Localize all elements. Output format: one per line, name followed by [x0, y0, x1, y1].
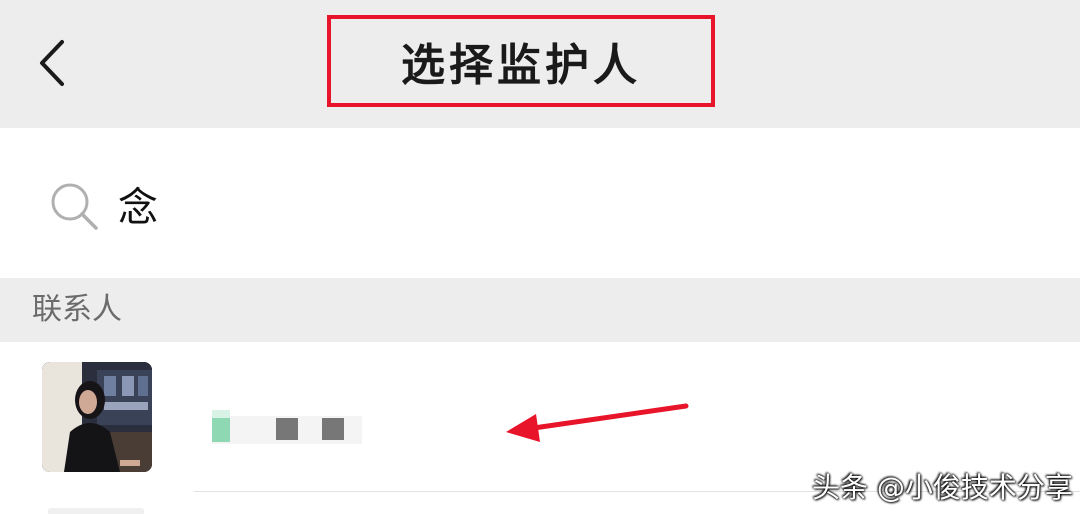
page-title: 选择监护人: [401, 40, 641, 91]
section-label: 联系人: [32, 292, 122, 327]
name-redaction-blur: [206, 398, 362, 450]
red-arrow-annotation: [506, 403, 689, 442]
title-highlight-box: 选择监护人: [327, 15, 715, 107]
search-input[interactable]: [118, 173, 998, 235]
back-button[interactable]: [24, 30, 84, 96]
redaction-blur-icon: [206, 410, 362, 444]
section-header-contacts: 联系人: [0, 278, 1080, 342]
top-nav-bar: 选择监护人: [0, 0, 1080, 128]
chevron-left-icon: [40, 40, 64, 86]
search-bar[interactable]: [0, 128, 1080, 278]
watermark-text: 头条 @小俊技术分享: [812, 471, 1073, 504]
next-list-item-edge: [48, 508, 144, 514]
avatar: [42, 362, 152, 472]
search-icon: [51, 183, 98, 230]
contact-photo: [42, 362, 152, 472]
